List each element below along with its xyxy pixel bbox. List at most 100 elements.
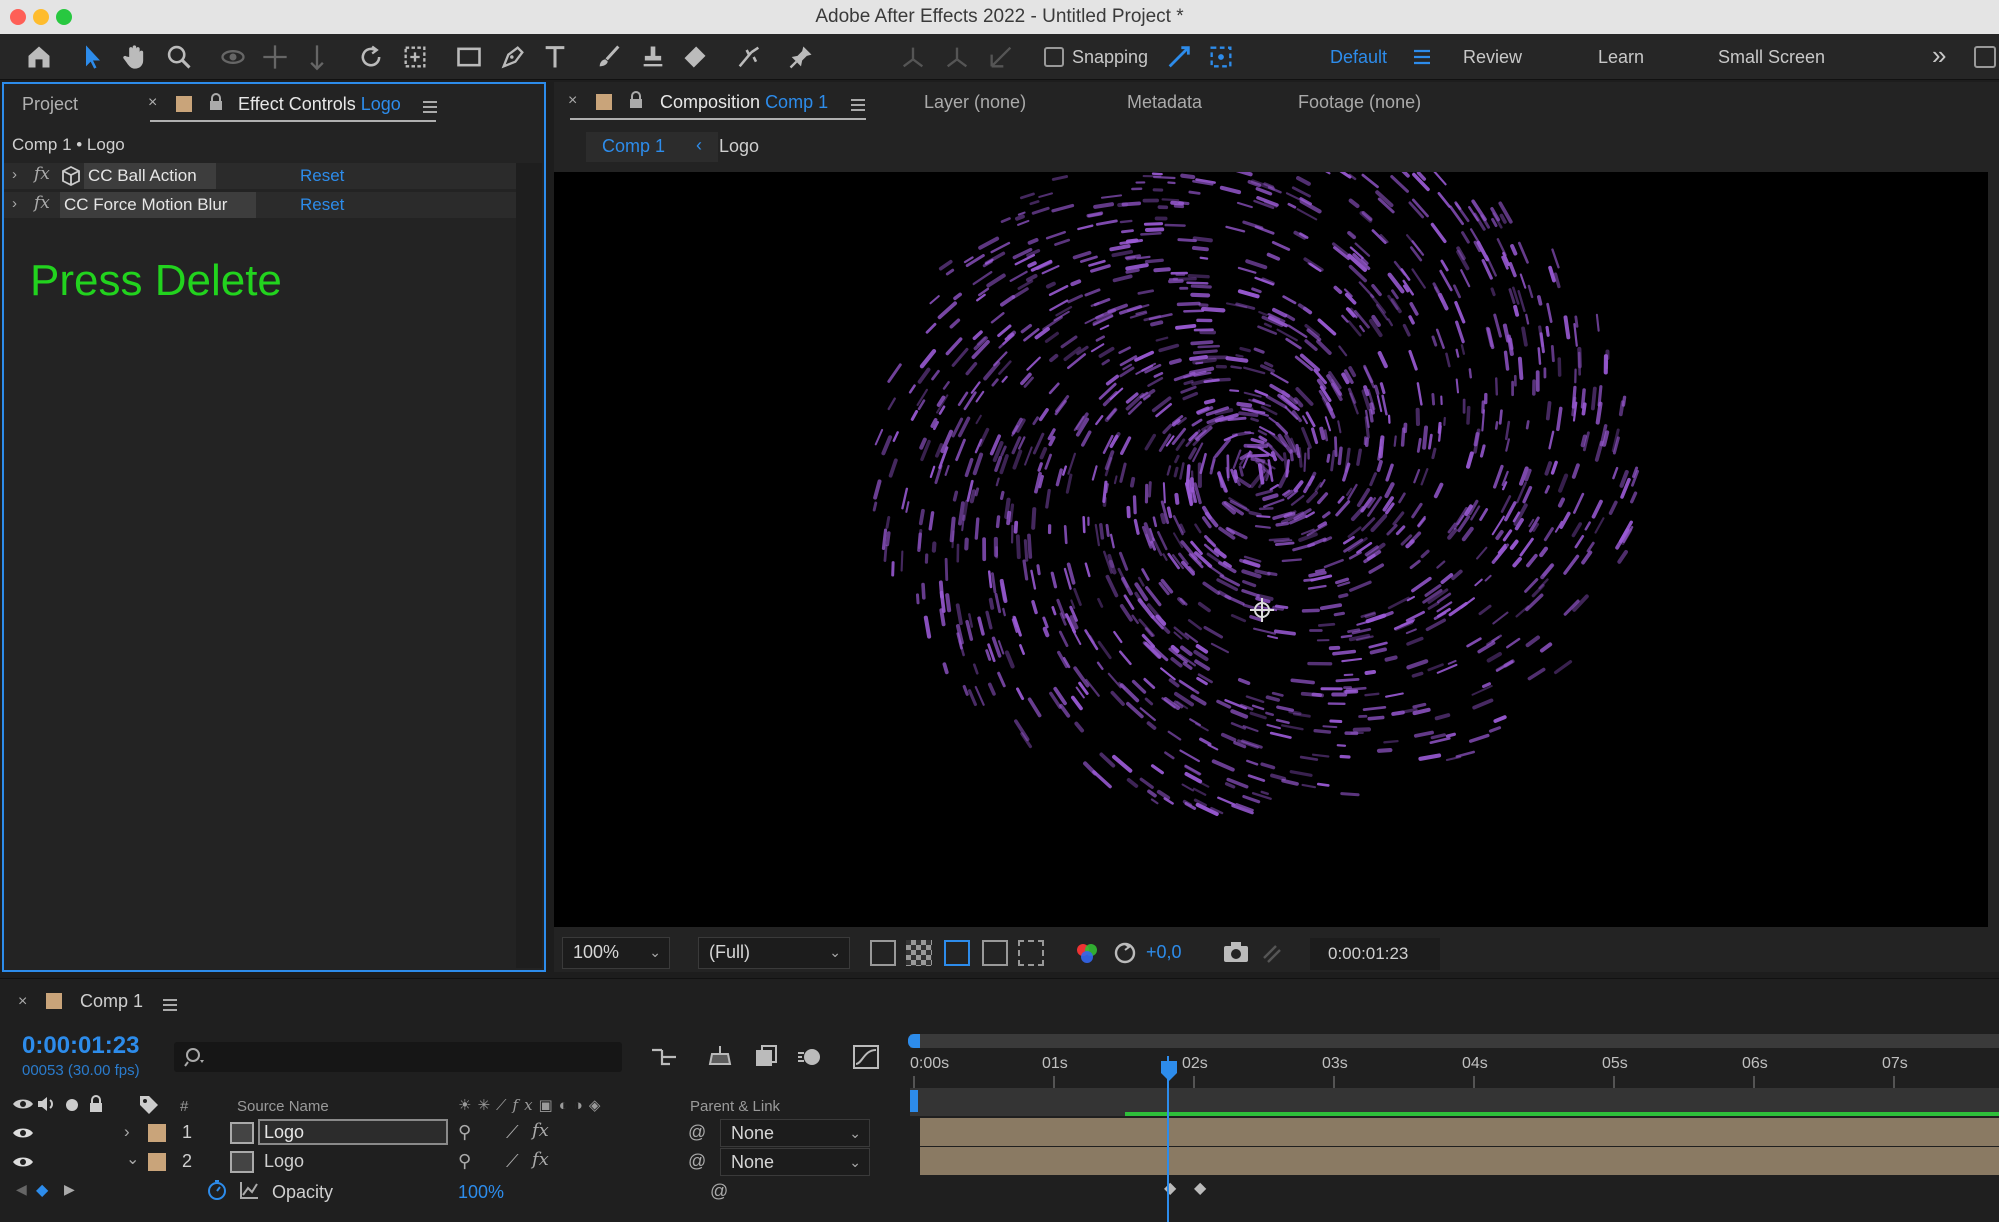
rotation-tool-icon[interactable] (354, 40, 388, 74)
close-tab-icon[interactable]: × (18, 993, 27, 1011)
workspace-small-screen[interactable]: Small Screen (1718, 47, 1825, 68)
timeline-tab-comp[interactable]: Comp 1 (80, 991, 143, 1012)
reset-button[interactable]: Reset (300, 166, 344, 186)
search-help-icon[interactable] (1974, 46, 1996, 68)
dolly-camera-icon[interactable] (300, 40, 334, 74)
lock-icon[interactable] (628, 90, 644, 115)
eraser-tool-icon[interactable] (678, 40, 712, 74)
rectangle-tool-icon[interactable] (452, 40, 486, 74)
work-area-start-handle[interactable] (908, 1034, 920, 1048)
mask-visibility-icon[interactable] (944, 940, 970, 966)
parent-dropdown[interactable]: None ⌄ (720, 1119, 870, 1147)
clone-stamp-tool-icon[interactable] (636, 40, 670, 74)
current-time-indicator-handle[interactable] (1160, 1060, 1178, 1087)
layer-name[interactable]: Logo (264, 1151, 304, 1172)
parent-dropdown[interactable]: None ⌄ (720, 1148, 870, 1176)
tab-layer[interactable]: Layer (none) (924, 92, 1026, 113)
timeline-current-time[interactable]: 0:00:01:23 (22, 1032, 139, 1060)
selection-tool-icon[interactable] (76, 40, 110, 74)
graph-icon[interactable] (238, 1179, 260, 1206)
pick-whip-icon[interactable]: @ (688, 1151, 706, 1172)
grid-guides-icon[interactable] (1018, 940, 1044, 966)
layer-row[interactable]: › 1 Logo ⚲ ⟋ fx @ None ⌄ (0, 1118, 910, 1147)
work-area-bar[interactable] (910, 1034, 1999, 1048)
lock-icon[interactable] (208, 92, 224, 117)
expand-arrow-icon[interactable]: › (12, 166, 17, 183)
tab-effect-controls[interactable]: Effect Controls Logo (238, 94, 401, 115)
home-icon[interactable] (22, 40, 56, 74)
tab-metadata[interactable]: Metadata (1127, 92, 1202, 113)
effect-row-cc-ball-action[interactable]: › fx CC Ball Action Reset (4, 163, 516, 189)
keyframe-icon[interactable]: ◆ (1194, 1178, 1206, 1198)
source-name-column-header[interactable]: Source Name (237, 1098, 329, 1115)
layer-1-duration-bar[interactable] (920, 1118, 1999, 1146)
world-axis-icon[interactable] (940, 40, 974, 74)
shy-switch-icon[interactable]: ⚲ (458, 1122, 471, 1143)
more-workspaces-icon[interactable]: » (1932, 40, 1946, 71)
transparency-grid-icon[interactable] (906, 940, 932, 966)
stopwatch-icon[interactable] (206, 1179, 228, 1206)
collapse-arrow-icon[interactable]: ⌄ (126, 1149, 139, 1169)
layer-row[interactable]: ⌄ 2 Logo ⚲ ⟋ fx @ None ⌄ (0, 1147, 910, 1176)
add-keyframe-icon[interactable]: ◆ (36, 1180, 48, 1200)
pick-whip-icon[interactable]: @ (688, 1122, 706, 1143)
pan-camera-icon[interactable] (258, 40, 292, 74)
show-snapshot-icon[interactable] (1260, 942, 1284, 971)
snap-edges-icon[interactable] (1162, 40, 1196, 74)
region-of-interest-icon[interactable] (982, 940, 1008, 966)
panel-menu-icon[interactable] (422, 98, 438, 119)
panel-menu-icon[interactable] (850, 96, 866, 117)
workspace-review[interactable]: Review (1463, 47, 1522, 68)
fast-previews-icon[interactable] (870, 940, 896, 966)
time-ruler[interactable]: 0:00s 01s 02s 03s 04s 05s 06s 07s (910, 1050, 1999, 1088)
type-tool-icon[interactable] (538, 40, 572, 74)
draft-3d-icon[interactable] (706, 1044, 734, 1075)
hand-tool-icon[interactable] (118, 40, 152, 74)
current-time-display[interactable]: 0:00:01:23 (1310, 938, 1440, 970)
frame-blending-icon[interactable] (752, 1044, 780, 1075)
show-channel-icon[interactable] (1074, 940, 1100, 971)
pen-tool-icon[interactable] (496, 40, 530, 74)
puppet-pin-tool-icon[interactable] (784, 40, 818, 74)
workspace-menu-icon[interactable] (1412, 48, 1432, 71)
quality-switch-icon[interactable]: ⟋ (506, 1151, 519, 1172)
previous-keyframe-icon[interactable]: ◀ (16, 1181, 27, 1198)
brush-tool-icon[interactable] (592, 40, 626, 74)
workspace-default[interactable]: Default (1330, 47, 1387, 68)
resolution-dropdown[interactable]: (Full) ⌄ (698, 937, 850, 969)
property-row-opacity[interactable]: ◀ ◆ ▶ Opacity 100% @ (0, 1177, 910, 1205)
motion-blur-icon[interactable] (796, 1044, 824, 1075)
close-tab-icon[interactable]: × (148, 94, 157, 112)
graph-editor-icon[interactable] (852, 1044, 880, 1075)
orbit-camera-icon[interactable] (216, 40, 250, 74)
effects-switch-icon[interactable]: fx (532, 1149, 549, 1170)
layer-2-duration-bar[interactable] (920, 1147, 1999, 1175)
comp-nav-current[interactable]: Comp 1 ‹ (586, 132, 718, 162)
fx-icon[interactable]: fx (34, 164, 50, 184)
workspace-learn[interactable]: Learn (1598, 47, 1644, 68)
expression-pick-whip-icon[interactable]: @ (710, 1181, 728, 1202)
effects-switch-icon[interactable]: fx (532, 1120, 549, 1141)
opacity-value[interactable]: 100% (458, 1182, 504, 1203)
zoom-tool-icon[interactable] (162, 40, 196, 74)
label-color-swatch[interactable] (148, 1124, 166, 1142)
tab-footage[interactable]: Footage (none) (1298, 92, 1421, 113)
reset-button[interactable]: Reset (300, 195, 344, 215)
close-tab-icon[interactable]: × (568, 92, 577, 110)
align-axis-icon[interactable] (896, 40, 930, 74)
tab-project[interactable]: Project (22, 94, 78, 115)
exposure-value[interactable]: +0,0 (1146, 942, 1182, 963)
layer-name[interactable]: Logo (258, 1119, 448, 1145)
magnification-dropdown[interactable]: 100% ⌄ (562, 937, 670, 969)
composition-mini-flowchart-icon[interactable] (650, 1044, 678, 1075)
effect-row-cc-force-motion-blur[interactable]: › fx CC Force Motion Blur Reset (4, 192, 516, 218)
expand-arrow-icon[interactable]: › (124, 1122, 130, 1142)
quality-switch-icon[interactable]: ⟋ (506, 1122, 519, 1143)
parent-link-column-header[interactable]: Parent & Link (690, 1098, 780, 1115)
timeline-search-input[interactable] (174, 1042, 622, 1072)
next-keyframe-icon[interactable]: ▶ (64, 1181, 75, 1198)
fx-icon[interactable]: fx (34, 193, 50, 213)
expand-arrow-icon[interactable]: › (12, 195, 17, 212)
reset-exposure-icon[interactable] (1112, 940, 1138, 971)
label-color-swatch[interactable] (148, 1153, 166, 1171)
